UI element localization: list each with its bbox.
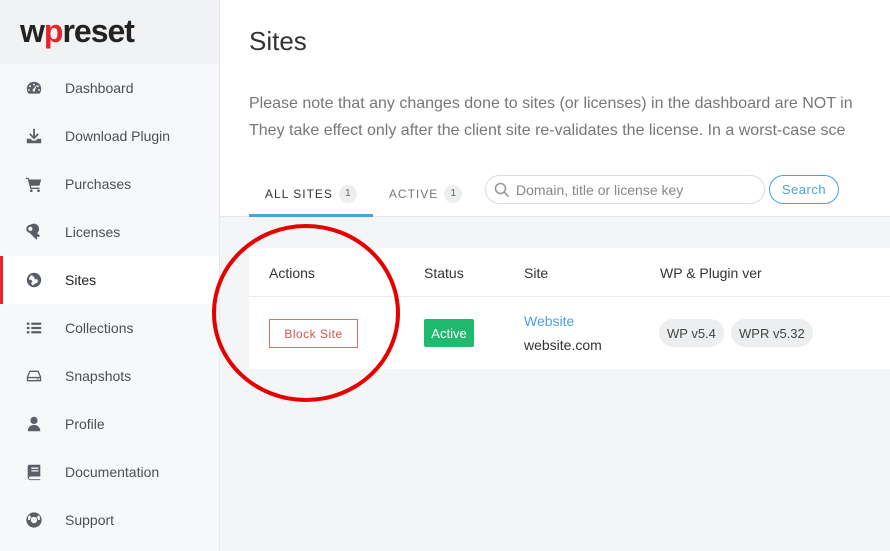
tab-all-sites[interactable]: ALL SITES 1 (249, 170, 373, 217)
sidebar-item-label: Support (65, 512, 115, 528)
tab-active[interactable]: ACTIVE 1 (373, 170, 478, 217)
sidebar-item-label: Dashboard (65, 80, 134, 96)
user-icon (24, 414, 44, 434)
status-badge: Active (424, 319, 474, 347)
wp-version-badge: WP v5.4 (659, 319, 724, 347)
sidebar-item-sites[interactable]: Sites (0, 256, 219, 304)
site-title-link[interactable]: Website (524, 313, 574, 329)
sidebar-item-licenses[interactable]: Licenses (0, 208, 219, 256)
column-header-site: Site (524, 265, 549, 281)
logo-area: wpreset (0, 0, 219, 64)
sidebar-item-label: Purchases (65, 176, 132, 192)
site-tabs: ALL SITES 1 ACTIVE 1 (249, 170, 478, 217)
globe-icon (24, 270, 44, 290)
cart-icon (24, 174, 44, 194)
sites-table: Actions Status Site WP & Plugin ver Bloc… (249, 248, 890, 369)
sidebar-item-label: Sites (65, 272, 97, 288)
sidebar-item-snapshots[interactable]: Snapshots (0, 352, 219, 400)
sidebar-item-label: Collections (65, 320, 134, 336)
dashboard-icon (24, 78, 44, 98)
column-header-version: WP & Plugin ver (660, 265, 762, 281)
sidebar-item-label: Documentation (65, 464, 160, 480)
block-site-button[interactable]: Block Site (269, 319, 358, 348)
key-icon (24, 222, 44, 242)
sidebar-item-documentation[interactable]: Documentation (0, 448, 219, 496)
sidebar-item-purchases[interactable]: Purchases (0, 160, 219, 208)
sidebar-nav: Dashboard Download Plugin Purchases Lice… (0, 64, 219, 544)
sidebar-item-label: Download Plugin (65, 128, 171, 144)
table-row: Block Site Active Website website.com WP… (249, 297, 890, 369)
drive-icon (24, 366, 44, 386)
column-header-actions: Actions (269, 265, 315, 281)
search-input[interactable] (516, 181, 756, 198)
search-button[interactable]: Search (769, 175, 839, 204)
wpr-version-badge: WPR v5.32 (731, 319, 813, 347)
tab-count-badge: 1 (338, 184, 357, 203)
tab-count-badge: 1 (444, 184, 463, 203)
sidebar-item-dashboard[interactable]: Dashboard (0, 64, 219, 112)
sidebar-item-label: Licenses (65, 224, 121, 240)
book-icon (24, 462, 44, 482)
page-title: Sites (249, 26, 307, 56)
lifebuoy-icon (24, 510, 44, 530)
list-icon (24, 318, 44, 338)
table-header: Actions Status Site WP & Plugin ver (249, 248, 890, 297)
download-icon (24, 126, 44, 146)
sidebar-item-profile[interactable]: Profile (0, 400, 219, 448)
site-domain: website.com (524, 337, 602, 353)
sidebar-item-collections[interactable]: Collections (0, 304, 219, 352)
notice-text: Please note that any changes done to sit… (249, 95, 853, 139)
main-content: Sites Please note that any changes done … (220, 0, 890, 551)
wpreset-logo[interactable]: wpreset (20, 14, 219, 48)
sidebar-item-download-plugin[interactable]: Download Plugin (0, 112, 219, 160)
sidebar-item-support[interactable]: Support (0, 496, 219, 544)
sidebar-item-label: Profile (65, 416, 105, 432)
column-header-status: Status (424, 265, 464, 281)
search-icon (494, 182, 510, 197)
search-box (485, 175, 765, 204)
sidebar-item-label: Snapshots (65, 368, 132, 384)
sidebar: wpreset Dashboard Download Plugin Purcha… (0, 0, 220, 551)
page-header: Sites Please note that any changes done … (220, 0, 890, 217)
